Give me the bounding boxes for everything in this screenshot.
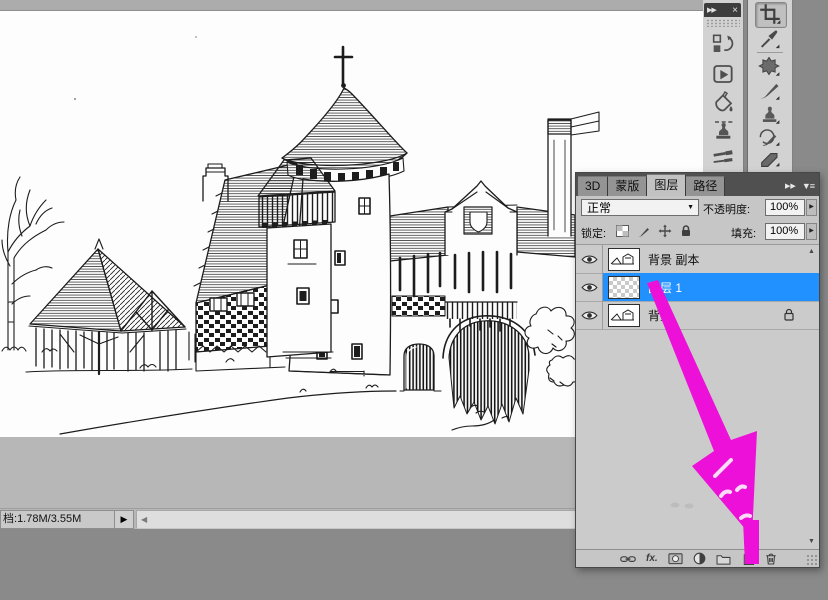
fill-field[interactable]: 100% [765,223,805,240]
panel-scrollbar[interactable]: ▲ ▼ [806,244,819,549]
lock-transparency-icon[interactable] [616,224,630,243]
opacity-label: 不透明度: [703,201,750,217]
layer-row-background[interactable]: 背景 [576,301,819,330]
layer-style-icon[interactable]: fx. [646,553,658,564]
chevron-down-icon: ▼ [687,200,694,215]
eye-icon [581,254,598,265]
status-bar: 档:1.78M/3.55M ▶ ◀ [0,508,578,529]
layer-row-layer1[interactable]: 图层 1 [576,273,819,302]
panel-tab-bar: 3D 蒙版 图层 路径 ▶▶ ▼≡ [576,173,819,196]
layer-row-background-copy[interactable]: 背景 副本 [576,245,819,274]
layer-name[interactable]: 图层 1 [648,279,682,296]
clone-stamp-tool-icon[interactable] [755,103,785,127]
brushes-panel-icon[interactable] [711,146,735,170]
history-panel-icon[interactable] [711,32,735,56]
selected-layer-row[interactable]: 图层 1 [603,273,819,301]
fill-label: 填充: [731,225,756,241]
lock-label: 锁定: [581,225,606,241]
collapse-panels-icon[interactable]: ▶▶ [785,182,796,190]
blend-mode-value: 正常 [587,201,611,215]
eyedropper-tool-icon[interactable] [755,28,785,52]
dock-grip[interactable] [706,19,740,27]
eraser-tool-icon[interactable] [755,145,785,169]
opacity-value: 100% [770,201,798,213]
fill-value: 100% [770,225,798,237]
document-size-indicator: 档:1.78M/3.55M [0,510,116,529]
panel-dock: ▶▶ × [703,0,744,172]
delete-layer-icon[interactable] [765,552,777,565]
link-layers-icon[interactable] [620,553,636,565]
eye-icon [581,310,598,321]
visibility-toggle[interactable] [576,301,603,329]
layers-panel-footer: fx. [576,549,819,567]
layers-panel: 3D 蒙版 图层 路径 ▶▶ ▼≡ 正常 ▼ 不透明度: 100% ▶ 锁定: [575,172,820,568]
spot-healing-tool-icon[interactable] [755,55,785,79]
status-popup-button[interactable]: ▶ [114,510,134,529]
layer-name[interactable]: 背景 副本 [648,251,699,268]
play-icon: ▶ [809,204,814,210]
layer-thumbnail[interactable] [608,276,640,299]
new-group-icon[interactable] [716,553,731,565]
lock-options-row: 锁定: 填充: 100% ▶ [576,220,819,244]
tool-divider [757,52,783,53]
visibility-toggle[interactable] [576,245,603,273]
visibility-toggle[interactable] [576,273,603,301]
layer-thumbnail[interactable] [608,248,640,271]
tab-3d[interactable]: 3D [578,176,608,196]
horizontal-scrollbar[interactable]: ◀ [136,510,580,529]
close-icon[interactable]: × [732,5,738,16]
actions-panel-icon[interactable] [711,62,735,86]
fill-spinner[interactable]: ▶ [806,223,817,240]
layer-list: 背景 副本 图层 1 背景 [576,244,819,550]
panel-resize-grip[interactable] [806,554,818,566]
doc-size-label: 档: [3,513,17,525]
tab-masks[interactable]: 蒙版 [608,176,647,196]
scroll-left-icon[interactable]: ◀ [141,513,147,526]
scroll-down-icon[interactable]: ▼ [808,538,815,545]
opacity-field[interactable]: 100% [765,199,805,216]
lock-paint-icon[interactable] [637,224,651,243]
pasteboard [0,437,578,508]
photoshop-workspace: 档:1.78M/3.55M ▶ ◀ ▶▶ × [0,0,828,600]
eye-icon [581,282,598,293]
lock-position-icon[interactable] [658,224,672,243]
clone-source-panel-icon[interactable] [711,118,735,142]
play-icon: ▶ [121,514,128,524]
tool-presets-panel-icon[interactable] [711,90,735,114]
doc-size-value: 1.78M/3.55M [17,513,81,525]
play-icon: ▶ [809,228,814,234]
opacity-spinner[interactable]: ▶ [806,199,817,216]
panel-menu-icon[interactable]: ▼≡ [802,181,814,191]
tools-toolbar [747,0,793,172]
adjustment-layer-icon[interactable] [693,552,706,565]
tab-layers[interactable]: 图层 [647,174,686,196]
tab-paths[interactable]: 路径 [686,176,725,196]
layer-lock-icon [783,308,795,326]
scroll-up-icon[interactable]: ▲ [808,248,815,255]
crop-tool-icon[interactable] [755,2,787,28]
collapse-icon[interactable]: ▶▶ [707,6,716,14]
layer-thumbnail[interactable] [608,304,640,327]
layer-name[interactable]: 背景 [648,307,672,324]
lock-all-icon[interactable] [679,224,693,243]
dock-header: ▶▶ × [704,3,741,17]
blend-options-row: 正常 ▼ 不透明度: 100% ▶ [576,196,819,220]
brush-tool-icon[interactable] [755,79,785,103]
blend-mode-select[interactable]: 正常 ▼ [581,199,699,216]
new-layer-icon[interactable] [741,552,755,565]
layer-mask-icon[interactable] [668,552,683,565]
